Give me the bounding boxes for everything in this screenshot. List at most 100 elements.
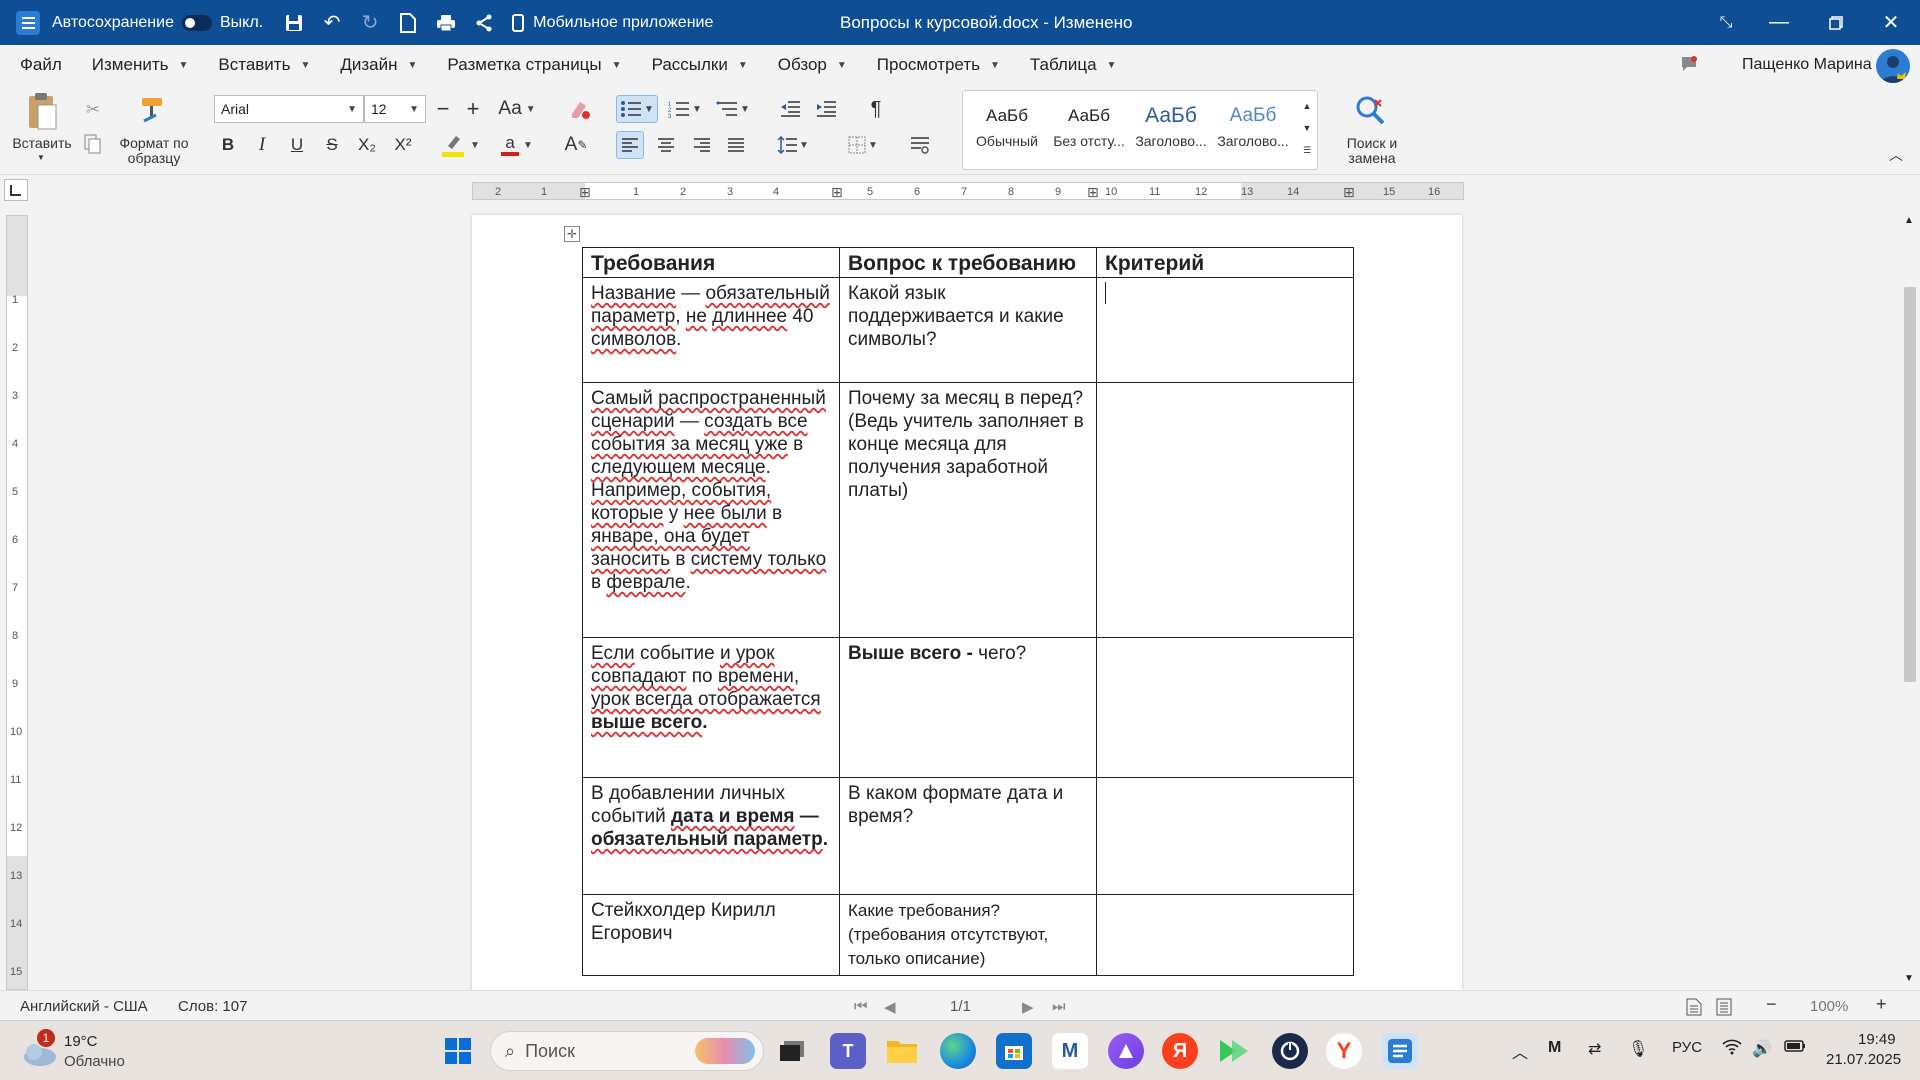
table-cell[interactable]: Выше всего - чего? xyxy=(839,637,1097,778)
strikethrough-button[interactable]: S xyxy=(318,131,346,159)
menu-table[interactable]: Таблица ▼ xyxy=(1015,45,1132,85)
menu-mailings[interactable]: Рассылки ▼ xyxy=(637,45,763,85)
save-icon[interactable] xyxy=(275,0,313,45)
autosave-toggle[interactable] xyxy=(181,14,212,31)
media-app-icon[interactable] xyxy=(1216,1033,1252,1069)
align-center-button[interactable] xyxy=(652,131,680,159)
wifi-icon[interactable] xyxy=(1722,1039,1742,1060)
scroll-up-icon[interactable]: ▲ xyxy=(1904,215,1914,226)
table-header-cell[interactable]: Критерий xyxy=(1096,247,1354,278)
word-count[interactable]: Слов: 107 xyxy=(178,998,247,1015)
cut-icon[interactable]: ✂ xyxy=(80,97,106,123)
menu-review[interactable]: Обзор ▼ xyxy=(763,45,862,85)
store-icon[interactable] xyxy=(996,1033,1032,1069)
menu-edit[interactable]: Изменить ▼ xyxy=(77,45,204,85)
alice-assistant-icon[interactable] xyxy=(1108,1033,1144,1069)
menu-file[interactable]: Файл xyxy=(0,45,77,85)
menu-design[interactable]: Дизайн ▼ xyxy=(325,45,432,85)
document-canvas[interactable]: ✛ Требования Вопрос к требованию Критери… xyxy=(40,205,1900,990)
close-icon[interactable]: ✕ xyxy=(1872,0,1910,45)
prev-page-icon[interactable]: ◀ xyxy=(884,998,896,1016)
table-cell[interactable]: Стейкхолдер Кирилл Егорович xyxy=(582,894,840,976)
mail-app-icon[interactable]: M xyxy=(1052,1033,1088,1069)
table-cell[interactable]: Почему за месяц в перед? (Ведь учитель з… xyxy=(839,382,1097,638)
collapse-ribbon-icon[interactable]: ︿ xyxy=(1884,143,1908,167)
ruler-column-marker[interactable]: ⊞ xyxy=(1343,184,1355,201)
table-header-cell[interactable]: Требования xyxy=(582,247,840,278)
paste-icon[interactable] xyxy=(22,89,62,133)
avatar[interactable] xyxy=(1876,49,1910,83)
fullscreen-icon[interactable]: ⤡ xyxy=(1707,0,1745,45)
menu-view[interactable]: Просмотреть ▼ xyxy=(862,45,1015,85)
share-icon[interactable] xyxy=(465,0,503,45)
file-explorer-icon[interactable] xyxy=(884,1033,920,1069)
format-painter-button[interactable]: Формат по образцу xyxy=(112,136,196,166)
battery-icon[interactable] xyxy=(1784,1039,1806,1058)
maximize-icon[interactable] xyxy=(1817,0,1855,45)
web-view-icon[interactable] xyxy=(1716,998,1732,1020)
show-formatting-button[interactable]: ¶ xyxy=(862,95,890,123)
format-painter-icon[interactable] xyxy=(135,92,171,128)
minimize-icon[interactable]: — xyxy=(1760,0,1798,45)
find-replace-button[interactable]: Поиск и замена xyxy=(1340,136,1404,166)
requirements-table[interactable]: Требования Вопрос к требованию Критерий … xyxy=(582,247,1354,976)
styles-scroll-down-icon[interactable]: ▼ xyxy=(1299,119,1315,137)
horizontal-ruler[interactable]: 2 1 ⊞ 1 2 3 4 ⊞ 5 6 7 8 9 ⊞ 10 11 12 13 … xyxy=(472,182,1464,200)
new-document-icon[interactable] xyxy=(389,0,427,45)
table-cell[interactable] xyxy=(1096,777,1354,895)
font-size-select[interactable]: 12 ▼ xyxy=(364,95,426,123)
underline-button[interactable]: U xyxy=(283,131,311,159)
ruler-column-marker[interactable]: ⊞ xyxy=(1087,184,1099,201)
table-cell[interactable]: Какой язык поддерживается и какие символ… xyxy=(839,277,1097,383)
table-cell[interactable]: В каком формате дата и время? xyxy=(839,777,1097,895)
superscript-button[interactable]: X² xyxy=(388,131,418,159)
table-cell[interactable]: Какие требования? (требования отсутствую… xyxy=(839,894,1097,976)
ruler-column-marker[interactable]: ⊞ xyxy=(831,184,843,201)
paragraph-settings-icon[interactable] xyxy=(906,131,934,159)
italic-button[interactable]: I xyxy=(248,131,276,159)
style-heading-1[interactable]: АаБб Заголово... xyxy=(1131,99,1211,159)
menu-insert[interactable]: Вставить ▼ xyxy=(203,45,325,85)
table-cell[interactable]: В добавлении личных событий дата и время… xyxy=(582,777,840,895)
line-spacing-button[interactable]: ▼ xyxy=(772,131,814,159)
change-case-button[interactable]: Аа ▼ xyxy=(496,95,538,123)
vertical-scrollbar[interactable]: ▲ ▼ xyxy=(1900,205,1920,990)
next-page-icon[interactable]: ▶ xyxy=(1022,998,1034,1016)
vertical-ruler[interactable]: 1 2 3 4 5 6 7 8 9 10 11 12 13 14 15 xyxy=(6,215,28,990)
language-status[interactable]: Английский - США xyxy=(20,998,148,1015)
user-name[interactable]: Пащенко Марина xyxy=(1742,56,1872,74)
first-page-icon[interactable]: ⏮ xyxy=(854,998,868,1015)
numbered-list-button[interactable]: 123 ▼ xyxy=(664,95,706,123)
table-header-cell[interactable]: Вопрос к требованию xyxy=(839,247,1097,278)
document-page[interactable]: ✛ Требования Вопрос к требованию Критери… xyxy=(472,215,1462,990)
zoom-level[interactable]: 100% xyxy=(1810,998,1848,1015)
font-color-button[interactable]: a ▼ xyxy=(496,131,538,159)
mobile-app-link[interactable]: Мобильное приложение xyxy=(533,14,713,32)
menu-layout[interactable]: Разметка страницы ▼ xyxy=(432,45,636,85)
tray-app-icon[interactable]: M xyxy=(1548,1039,1561,1057)
align-right-button[interactable] xyxy=(688,131,716,159)
multilevel-list-button[interactable]: ▼ xyxy=(712,95,754,123)
weather-widget[interactable]: 1 19°C Облачно xyxy=(20,1029,140,1075)
find-replace-icon[interactable] xyxy=(1350,91,1390,131)
clock-date[interactable]: 21.07.2025 xyxy=(1826,1051,1901,1068)
mobile-icon[interactable] xyxy=(503,0,533,45)
task-view-icon[interactable] xyxy=(774,1033,810,1069)
align-left-button[interactable] xyxy=(616,131,644,159)
highlight-color-icon[interactable]: ▼ xyxy=(440,131,480,159)
tab-selector-icon[interactable] xyxy=(4,179,28,201)
word-app-icon[interactable] xyxy=(1382,1033,1418,1069)
table-cell[interactable] xyxy=(1096,277,1354,383)
tray-settings-icon[interactable]: ⇄ xyxy=(1588,1039,1601,1059)
increase-font-icon[interactable]: + xyxy=(460,95,486,123)
clear-formatting-icon[interactable] xyxy=(566,95,594,123)
power-app-icon[interactable] xyxy=(1272,1033,1308,1069)
zoom-in-icon[interactable]: + xyxy=(1876,994,1887,1015)
edge-icon[interactable] xyxy=(940,1033,976,1069)
table-cell[interactable]: Самый распространенный сценарий — создат… xyxy=(582,382,840,638)
start-menu-icon[interactable] xyxy=(440,1033,476,1069)
borders-button[interactable]: ▼ xyxy=(842,131,884,159)
styles-scroll-up-icon[interactable]: ▲ xyxy=(1299,97,1315,115)
yandex-icon[interactable]: Y xyxy=(1326,1033,1362,1069)
scrollbar-thumb[interactable] xyxy=(1904,287,1916,682)
